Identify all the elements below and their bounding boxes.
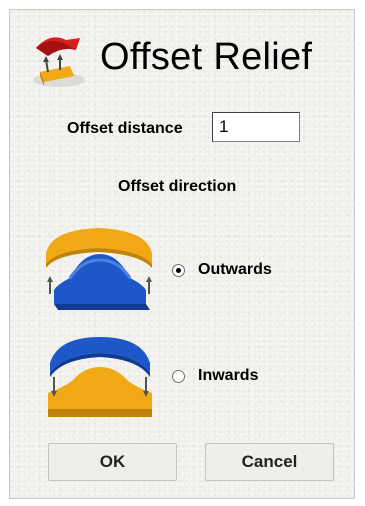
dialog-title: Offset Relief <box>100 36 313 78</box>
cancel-button[interactable]: Cancel <box>205 443 334 481</box>
outwards-option[interactable]: Outwards <box>172 261 272 279</box>
outwards-radio[interactable] <box>172 263 185 277</box>
offset-inwards-icon <box>48 337 152 417</box>
inwards-option[interactable]: Inwards <box>172 367 258 385</box>
offset-distance-input[interactable] <box>212 112 300 142</box>
offset-outwards-icon <box>46 228 152 310</box>
offset-relief-app-icon <box>33 37 85 87</box>
offset-direction-label: Offset direction <box>118 178 237 195</box>
outwards-label: Outwards <box>198 261 272 278</box>
ok-button[interactable]: OK <box>48 443 177 481</box>
inwards-label: Inwards <box>198 367 259 384</box>
inwards-radio[interactable] <box>172 369 185 383</box>
offset-distance-label: Offset distance <box>67 120 183 137</box>
